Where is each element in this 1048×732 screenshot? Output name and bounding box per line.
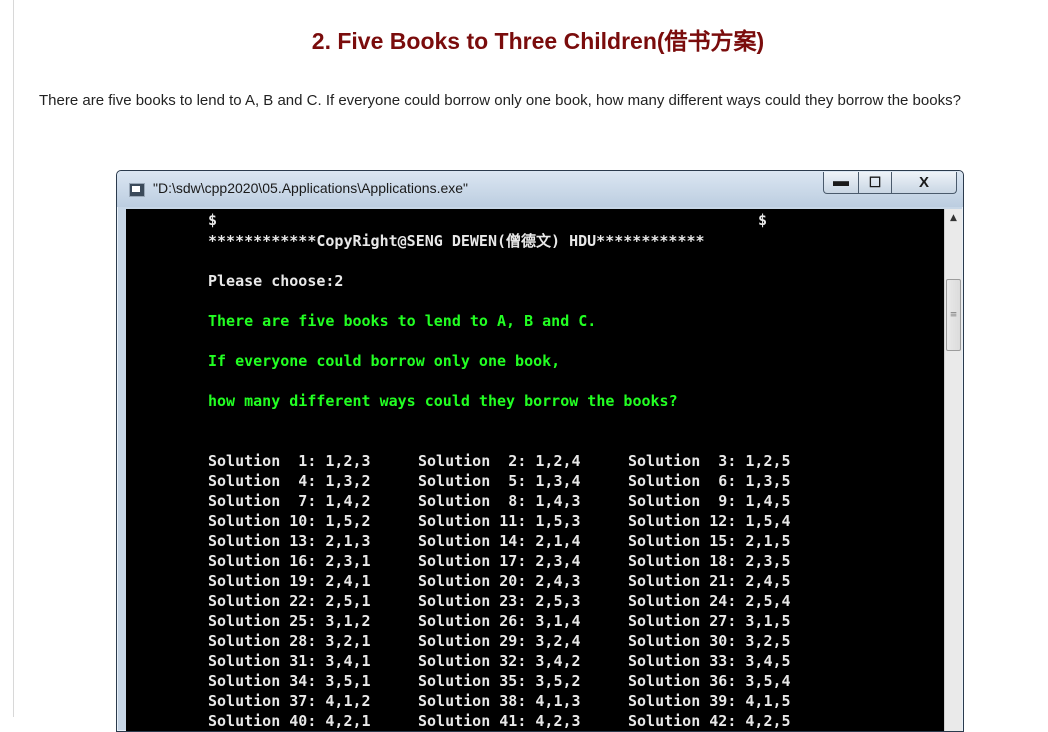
question-line-2: If everyone could borrow only one book,: [208, 352, 561, 370]
solution-entry: Solution 17: 2,3,4: [418, 552, 581, 570]
solution-entry: Solution 9: 1,4,5: [628, 492, 791, 510]
window-titlebar[interactable]: "D:\sdw\cpp2020\05.Applications\Applicat…: [117, 171, 963, 207]
solution-entry: Solution 25: 3,1,2: [208, 612, 371, 630]
question-line-1: There are five books to lend to A, B and…: [208, 312, 597, 330]
question-line-3: how many different ways could they borro…: [208, 392, 678, 410]
window-title: "D:\sdw\cpp2020\05.Applications\Applicat…: [153, 180, 469, 196]
vertical-scrollbar[interactable]: ▲ ≡: [944, 209, 962, 731]
console-window[interactable]: "D:\sdw\cpp2020\05.Applications\Applicat…: [116, 170, 964, 732]
console-header-left: $: [208, 211, 218, 229]
solution-entry: Solution 32: 3,4,2: [418, 652, 581, 670]
solution-entry: Solution 29: 3,2,4: [418, 632, 581, 650]
solution-entry: Solution 31: 3,4,1: [208, 652, 371, 670]
solution-entry: Solution 15: 2,1,5: [628, 532, 791, 550]
solution-entry: Solution 42: 4,2,5: [628, 712, 791, 730]
solution-entry: Solution 39: 4,1,5: [628, 692, 791, 710]
solution-entry: Solution 1: 1,2,3: [208, 452, 371, 470]
maximize-button[interactable]: ☐: [858, 172, 892, 194]
solution-entry: Solution 5: 1,3,4: [418, 472, 581, 490]
scroll-up-arrow-icon[interactable]: ▲: [945, 209, 962, 226]
solution-entry: Solution 22: 2,5,1: [208, 592, 371, 610]
prompt-line: Please choose:2: [208, 272, 344, 290]
console-output[interactable]: $ $ ************CopyRight@SENG DEWEN(僧德文…: [126, 209, 944, 731]
solution-entry: Solution 19: 2,4,1: [208, 572, 371, 590]
solution-entry: Solution 14: 2,1,4: [418, 532, 581, 550]
solution-entry: Solution 2: 1,2,4: [418, 452, 581, 470]
solution-entry: Solution 37: 4,1,2: [208, 692, 371, 710]
minimize-button[interactable]: ▬: [823, 172, 859, 194]
solution-entry: Solution 38: 4,1,3: [418, 692, 581, 710]
solution-entry: Solution 13: 2,1,3: [208, 532, 371, 550]
solution-entry: Solution 35: 3,5,2: [418, 672, 581, 690]
solution-entry: Solution 23: 2,5,3: [418, 592, 581, 610]
console-app-icon[interactable]: [129, 183, 145, 197]
solution-entry: Solution 3: 1,2,5: [628, 452, 791, 470]
solution-entry: Solution 6: 1,3,5: [628, 472, 791, 490]
solution-entry: Solution 8: 1,4,3: [418, 492, 581, 510]
scrollbar-thumb[interactable]: ≡: [946, 279, 961, 351]
solution-entry: Solution 11: 1,5,3: [418, 512, 581, 530]
solution-entry: Solution 41: 4,2,3: [418, 712, 581, 730]
console-header-right: $: [758, 211, 768, 229]
close-button[interactable]: X: [891, 172, 957, 194]
solution-entry: Solution 34: 3,5,1: [208, 672, 371, 690]
solution-entry: Solution 21: 2,4,5: [628, 572, 791, 590]
solution-entry: Solution 36: 3,5,4: [628, 672, 791, 690]
problem-description: There are five books to lend to A, B and…: [39, 92, 961, 109]
solution-entry: Solution 24: 2,5,4: [628, 592, 791, 610]
solution-entry: Solution 18: 2,3,5: [628, 552, 791, 570]
solution-entry: Solution 30: 3,2,5: [628, 632, 791, 650]
solution-entry: Solution 33: 3,4,5: [628, 652, 791, 670]
solution-entry: Solution 16: 2,3,1: [208, 552, 371, 570]
solution-entry: Solution 40: 4,2,1: [208, 712, 371, 730]
solution-entry: Solution 10: 1,5,2: [208, 512, 371, 530]
solution-entry: Solution 12: 1,5,4: [628, 512, 791, 530]
copyright-banner: ************CopyRight@SENG DEWEN(僧德文) HD…: [208, 232, 705, 250]
solution-entry: Solution 7: 1,4,2: [208, 492, 371, 510]
solution-entry: Solution 20: 2,4,3: [418, 572, 581, 590]
section-title: 2. Five Books to Three Children(借书方案): [311, 28, 765, 54]
solution-entry: Solution 28: 3,2,1: [208, 632, 371, 650]
content-left-border: [13, 0, 14, 717]
solution-entry: Solution 27: 3,1,5: [628, 612, 791, 630]
solution-entry: Solution 4: 1,3,2: [208, 472, 371, 490]
solution-entry: Solution 26: 3,1,4: [418, 612, 581, 630]
